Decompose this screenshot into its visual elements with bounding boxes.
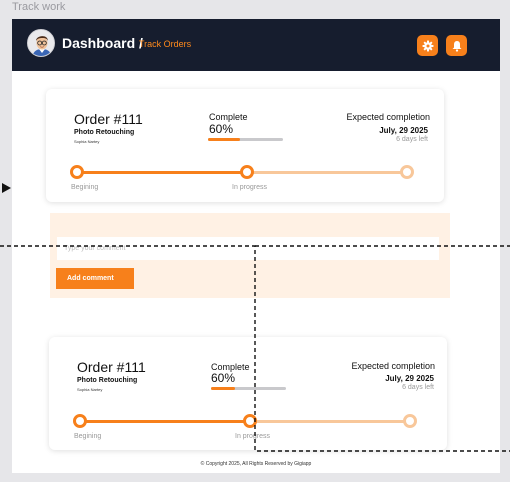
- step-dot-in-progress: [240, 165, 254, 179]
- top-header: Dashboard / Track Orders: [12, 19, 500, 71]
- order-title: Order #111: [77, 359, 146, 375]
- bell-icon: [452, 40, 461, 52]
- step-label-in-progress: In progress: [235, 433, 271, 440]
- order-service: Photo Retouching: [74, 129, 135, 136]
- frame-label: Track work: [12, 1, 66, 13]
- comment-panel: Add comment: [50, 213, 450, 298]
- status-percent: 60%: [209, 122, 234, 136]
- step-dot-beginning: [73, 414, 87, 428]
- completion-bar: [208, 138, 283, 141]
- order-card: Order #111 Photo Retouching Sophia Narte…: [49, 337, 447, 450]
- page-title: Dashboard /: [62, 35, 143, 51]
- status-percent: 60%: [211, 371, 236, 385]
- days-left: 6 days left: [402, 384, 434, 391]
- step-label-beginning: Begining: [71, 184, 99, 191]
- step-dot-complete: [403, 414, 417, 428]
- expected-completion-label: Expected completion: [351, 361, 435, 371]
- completion-bar-fill: [211, 387, 235, 390]
- step-dot-complete: [400, 165, 414, 179]
- step-dot-in-progress: [243, 414, 257, 428]
- expected-date: July, 29 2025: [379, 126, 428, 135]
- add-comment-button[interactable]: Add comment: [56, 268, 134, 289]
- order-client: Sophia Nartey: [74, 139, 100, 144]
- prototype-start-arrow-icon: [2, 183, 11, 193]
- step-track-pending: [247, 171, 407, 174]
- completion-bar: [211, 387, 286, 390]
- comment-input[interactable]: [57, 237, 439, 260]
- notifications-button[interactable]: [446, 35, 467, 56]
- expected-date: July, 29 2025: [385, 374, 434, 383]
- track-work-frame: Dashboard / Track Orders Order #111 Phot…: [12, 19, 500, 473]
- avatar[interactable]: [27, 29, 55, 57]
- step-label-in-progress: In progress: [232, 184, 268, 191]
- step-dot-beginning: [70, 165, 84, 179]
- expected-completion-label: Expected completion: [346, 112, 430, 122]
- order-client: Sophia Nartey: [77, 387, 103, 392]
- order-title: Order #111: [74, 111, 143, 127]
- order-service: Photo Retouching: [77, 377, 138, 384]
- order-card: Order #111 Photo Retouching Sophia Narte…: [46, 89, 444, 202]
- footer-copyright: © Copyright 2025, All Rights Reserved by…: [200, 461, 312, 467]
- status-label: Complete: [209, 112, 248, 122]
- days-left: 6 days left: [396, 136, 428, 143]
- step-track-done: [82, 420, 250, 423]
- completion-bar-fill: [208, 138, 240, 141]
- step-track-pending: [250, 420, 410, 423]
- step-track-done: [79, 171, 247, 174]
- gear-icon: [422, 40, 433, 51]
- breadcrumb-track-orders[interactable]: Track Orders: [139, 39, 191, 49]
- step-label-beginning: Begining: [74, 433, 102, 440]
- settings-button[interactable]: [417, 35, 438, 56]
- avatar-portrait-icon: [28, 30, 54, 56]
